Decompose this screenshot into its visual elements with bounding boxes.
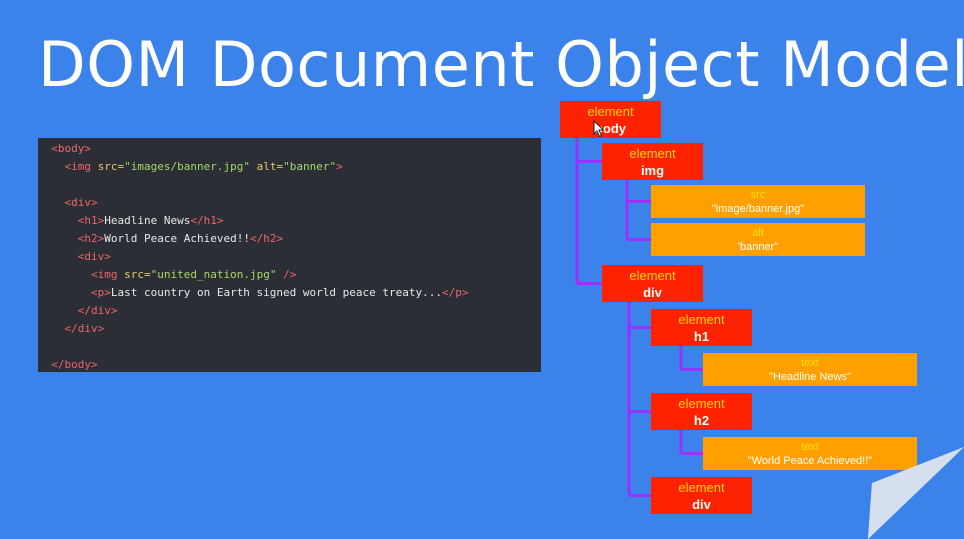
node-value: img [640, 163, 665, 178]
node-key: alt [752, 227, 764, 239]
tree-node-h1text: text "Headline News" [703, 353, 917, 386]
tree-node-div: element div [602, 265, 703, 302]
node-key: element [678, 480, 725, 495]
node-value: body [594, 121, 627, 136]
tree-node-div2: element div [651, 477, 752, 514]
page-curl-icon [868, 443, 964, 539]
tree-node-src: src "image/banner.jpg" [651, 185, 865, 218]
node-value: div [643, 285, 662, 300]
node-value: 'banner" [737, 241, 779, 253]
node-key: text [801, 357, 819, 369]
node-value: h2 [693, 413, 710, 428]
slide: DOM Document Object Model <body> <img sr… [0, 0, 964, 539]
mouse-cursor-icon [593, 120, 605, 138]
tree-node-h1: element h1 [651, 309, 752, 346]
node-key: element [678, 396, 725, 411]
tree-node-h2: element h2 [651, 393, 752, 430]
node-key: element [629, 146, 676, 161]
node-value: "image/banner.jpg" [711, 203, 805, 215]
node-key: element [587, 104, 634, 119]
node-key: element [678, 312, 725, 327]
node-value: "Headline News" [769, 371, 851, 383]
node-value: h1 [693, 329, 710, 344]
tree-node-img: element img [602, 143, 703, 180]
node-key: src [750, 189, 766, 201]
tree-node-alt: alt 'banner" [651, 223, 865, 256]
node-value: div [692, 497, 711, 512]
tree-node-body: element body [560, 101, 661, 138]
node-key: element [629, 268, 676, 283]
